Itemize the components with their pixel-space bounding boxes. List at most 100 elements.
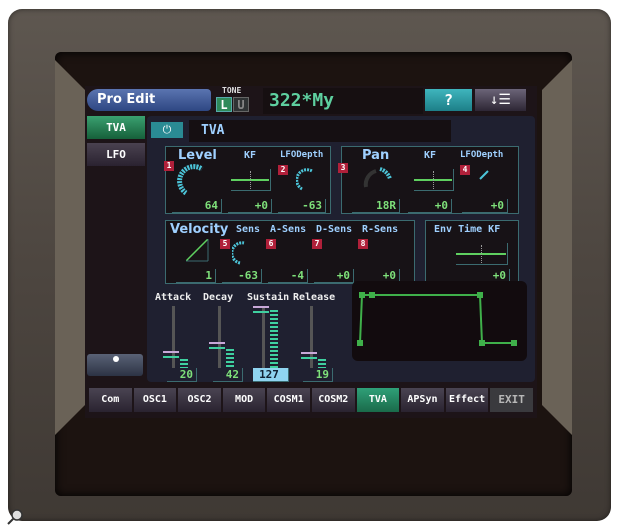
fader-knob[interactable] bbox=[209, 342, 225, 349]
pan-kf-graph[interactable] bbox=[414, 169, 454, 191]
env-time-kf-panel: Env Time KF +0 bbox=[425, 220, 519, 284]
envelope-node bbox=[369, 292, 375, 298]
map-pin-icon bbox=[113, 356, 119, 362]
tab-tva[interactable]: TVA bbox=[356, 388, 400, 412]
tone-label: TONE bbox=[222, 86, 242, 95]
param-badge: 1 bbox=[164, 161, 174, 171]
tab-cosm1[interactable]: COSM1 bbox=[267, 388, 310, 412]
sustain-fader[interactable] bbox=[253, 306, 279, 368]
fader-knob[interactable] bbox=[253, 306, 269, 313]
pan-knob[interactable] bbox=[358, 161, 398, 191]
tab-apsyn[interactable]: APSyn bbox=[401, 388, 444, 412]
envelope-node bbox=[511, 340, 517, 346]
bezel-wedge-left bbox=[55, 60, 85, 435]
envelope-node bbox=[359, 292, 365, 298]
attack-label: Attack bbox=[155, 292, 192, 303]
level-kf-label: KF bbox=[244, 150, 257, 161]
velocity-d-sens-value[interactable]: +0 bbox=[314, 269, 354, 283]
param-badge: 7 bbox=[312, 239, 322, 249]
pan-kf-value[interactable]: +0 bbox=[408, 199, 452, 213]
fader-track bbox=[262, 306, 265, 368]
tva-editor: ⏻ TVA Level KF LFODepth 1 2 64 +0 -63 Pa… bbox=[147, 116, 535, 382]
tab-osc1[interactable]: OSC1 bbox=[133, 388, 177, 412]
velocity-a-sens-label: A-Sens bbox=[270, 224, 307, 235]
pan-lfo-value[interactable]: +0 bbox=[462, 199, 508, 213]
velocity-sens-value[interactable]: -63 bbox=[222, 269, 262, 283]
sidebar-item-lfo[interactable]: LFO bbox=[87, 143, 145, 166]
power-button[interactable]: ⏻ bbox=[151, 122, 183, 138]
level-value[interactable]: 64 bbox=[172, 199, 222, 213]
sens-knob[interactable] bbox=[232, 241, 252, 265]
level-title: Level bbox=[178, 148, 217, 163]
pan-panel: Pan KF LFODepth 3 4 18R +0 +0 bbox=[338, 146, 519, 214]
param-badge: 3 bbox=[338, 163, 348, 173]
velocity-d-sens-label: D-Sens bbox=[316, 224, 353, 235]
section-title: TVA bbox=[189, 120, 451, 142]
level-lfo-label: LFODepth bbox=[280, 150, 324, 160]
level-lfo-value[interactable]: -63 bbox=[278, 199, 326, 213]
sidebar-item-tva[interactable]: TVA bbox=[87, 116, 145, 139]
pan-lfo-knob[interactable] bbox=[476, 165, 494, 183]
param-badge: 8 bbox=[358, 239, 368, 249]
velocity-a-sens-value[interactable]: -4 bbox=[268, 269, 308, 283]
velocity-sens-label: Sens bbox=[236, 224, 261, 235]
lfo-depth-knob[interactable] bbox=[296, 167, 318, 193]
exit-button[interactable]: EXIT bbox=[490, 388, 533, 412]
help-button[interactable]: ? bbox=[425, 89, 472, 111]
world-map-icon[interactable] bbox=[87, 354, 143, 376]
pan-value[interactable]: 18R bbox=[352, 199, 400, 213]
decay-label: Decay bbox=[203, 292, 234, 303]
release-fader[interactable] bbox=[301, 306, 327, 368]
fader-track bbox=[172, 306, 175, 368]
zoom-icon[interactable] bbox=[6, 508, 24, 526]
tab-effect[interactable]: Effect bbox=[445, 388, 489, 412]
velocity-curve-value[interactable]: 1 bbox=[176, 269, 216, 283]
velocity-title: Velocity bbox=[170, 222, 229, 237]
pro-edit-label[interactable]: Pro Edit bbox=[87, 89, 211, 111]
velocity-r-sens-label: R-Sens bbox=[362, 224, 399, 235]
patch-name: 322*My Chillout bbox=[263, 88, 423, 137]
menu-button[interactable]: ↓☰ bbox=[475, 89, 526, 111]
param-badge: 4 bbox=[460, 165, 470, 175]
env-time-kf-graph[interactable] bbox=[456, 243, 508, 265]
envelope-line bbox=[359, 294, 514, 344]
tab-osc2[interactable]: OSC2 bbox=[178, 388, 221, 412]
tone-upper-button[interactable]: U bbox=[233, 97, 249, 112]
pan-lfo-label: LFODepth bbox=[460, 150, 504, 160]
decay-value[interactable]: 42 bbox=[213, 368, 243, 382]
attack-value[interactable]: 20 bbox=[167, 368, 197, 382]
bezel-wedge-right bbox=[542, 60, 572, 435]
param-badge: 2 bbox=[278, 165, 288, 175]
fader-knob[interactable] bbox=[301, 352, 317, 359]
attack-fader[interactable] bbox=[163, 306, 189, 368]
envelope-graph[interactable] bbox=[352, 281, 527, 361]
level-kf-value[interactable]: +0 bbox=[228, 199, 272, 213]
level-panel: Level KF LFODepth 1 2 64 +0 -63 bbox=[164, 146, 331, 214]
tab-cosm2[interactable]: COSM2 bbox=[311, 388, 355, 412]
tab-com[interactable]: Com bbox=[89, 388, 132, 412]
fader-track bbox=[218, 306, 221, 368]
list-download-icon: ↓☰ bbox=[490, 92, 511, 108]
fader-level-bars bbox=[318, 359, 326, 368]
fader-level-bars bbox=[180, 359, 188, 368]
pan-kf-label: KF bbox=[424, 150, 437, 161]
velocity-panel: Velocity Sens A-Sens D-Sens R-Sens 5 6 7… bbox=[165, 220, 415, 284]
sustain-value[interactable]: 127 bbox=[253, 368, 289, 382]
fader-knob[interactable] bbox=[163, 351, 179, 358]
envelope-node bbox=[477, 292, 483, 298]
touch-screen: Pro Edit TONE L U 322*My Chillout ? ↓☰ T… bbox=[85, 86, 537, 418]
sidebar: TVA LFO bbox=[87, 116, 145, 371]
level-knob[interactable] bbox=[176, 163, 210, 197]
release-label: Release bbox=[293, 292, 336, 303]
env-time-kf-title: Env Time KF bbox=[434, 224, 501, 235]
velocity-curve[interactable] bbox=[186, 239, 210, 263]
fader-level-bars bbox=[270, 310, 278, 368]
envelope-node bbox=[479, 340, 485, 346]
tone-lower-button[interactable]: L bbox=[216, 97, 232, 112]
bottom-tab-bar: Com OSC1 OSC2 MOD COSM1 COSM2 TVA APSyn … bbox=[89, 388, 533, 412]
release-value[interactable]: 19 bbox=[303, 368, 333, 382]
envelope-node bbox=[357, 340, 363, 346]
level-kf-graph[interactable] bbox=[231, 169, 271, 191]
decay-fader[interactable] bbox=[209, 306, 235, 368]
tab-mod[interactable]: MOD bbox=[222, 388, 266, 412]
